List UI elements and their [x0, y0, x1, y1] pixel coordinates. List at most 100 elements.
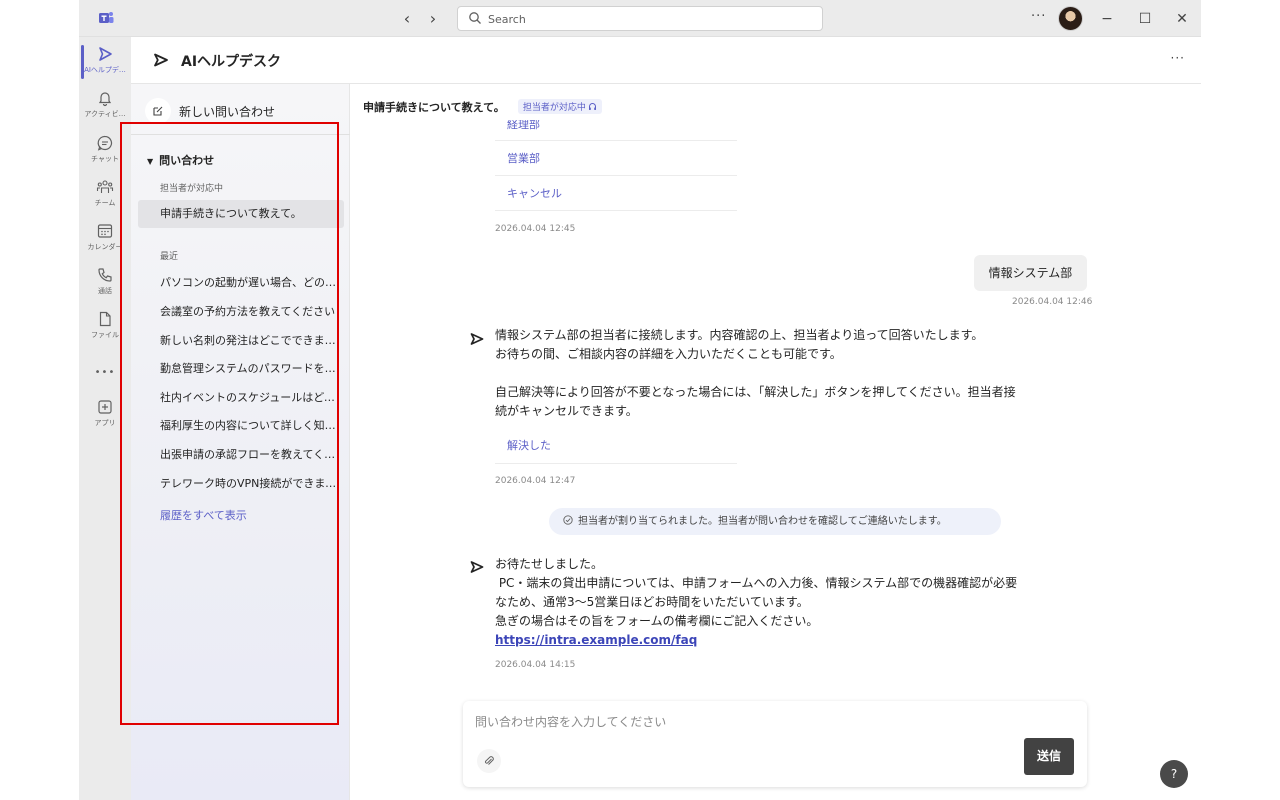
close-button[interactable]: ✕: [1172, 9, 1192, 29]
option-button-cancel[interactable]: キャンセル: [495, 176, 737, 211]
inquiry-section-toggle[interactable]: ▼ 問い合わせ: [147, 152, 214, 168]
bell-icon: [98, 92, 112, 107]
rail-item-calendar[interactable]: カレンダー: [79, 222, 131, 266]
search-icon: [469, 12, 481, 24]
rail-label: AIヘルプデ…: [84, 66, 126, 74]
timestamp: 2026.04.04 14:15: [495, 660, 576, 670]
thread-item[interactable]: 勤怠管理システムのパスワードを忘れました: [138, 355, 344, 383]
divider: [131, 134, 350, 135]
rail-label: チャット: [91, 155, 119, 163]
maximize-button[interactable]: ☐: [1135, 9, 1155, 29]
rail-label: 通話: [98, 287, 112, 295]
help-button[interactable]: ?: [1160, 760, 1188, 788]
bot-message: 情報システム部の担当者に接続します。内容確認の上、担当者より追って回答いたします…: [495, 326, 1065, 421]
thread-item[interactable]: パソコンの起動が遅い場合、どのように対処すればよいですか？: [138, 269, 344, 297]
thread-item-active[interactable]: 申請手続きについて教えて。: [138, 200, 344, 228]
conversation-pane: 申請手続きについて教えて。 担当者が対応中 経理部 営業部 キャンセル 2026…: [350, 84, 1201, 800]
status-badge-label: 担当者が対応中: [522, 103, 586, 113]
in-progress-subhead: 担当者が対応中: [160, 184, 224, 194]
bot-message-line: 急ぎの場合はその旨をフォームの備考欄にご記入ください。: [495, 614, 819, 628]
bot-message-line: なため、通常3〜5営業日ほどお時間をいただいています。: [495, 595, 809, 609]
back-button[interactable]: ‹: [397, 9, 417, 29]
calendar-icon: [97, 224, 113, 238]
bot-avatar-icon: [470, 561, 484, 573]
header-more-button[interactable]: ···: [1171, 51, 1185, 65]
bot-message-line: 自己解決等により回答が不要となった場合には、「解決した」ボタンを押してください。…: [495, 385, 1016, 399]
forward-button[interactable]: ›: [423, 9, 443, 29]
bot-avatar-icon: [470, 333, 484, 345]
new-inquiry-label: 新しい問い合わせ: [179, 105, 276, 119]
system-notice-text: 担当者が割り当てられました。担当者が問い合わせを確認してご連絡いたします。: [578, 516, 947, 527]
headset-icon: [588, 103, 596, 110]
app-rail: AIヘルプデ… アクティビ… チャット チーム カレンダー 通話 ファイル ••…: [79, 37, 131, 800]
bot-message-line: 情報システム部の担当者に接続します。内容確認の上、担当者より追って回答いたします…: [495, 328, 984, 342]
system-notice: 担当者が割り当てられました。担当者が問い合わせを確認してご連絡いたします。: [549, 508, 1001, 535]
phone-icon: [98, 268, 112, 282]
faq-link[interactable]: https://intra.example.com/faq: [495, 633, 697, 647]
minimize-button[interactable]: −: [1097, 9, 1117, 29]
inquiry-sidebar: 新しい問い合わせ ▼ 問い合わせ 担当者が対応中 申請手続きについて教えて。 最近…: [131, 84, 350, 800]
compose-icon: [153, 106, 163, 116]
thread-item[interactable]: 福利厚生の内容について詳しく知りたいです: [138, 412, 344, 440]
more-options-button[interactable]: ···: [1031, 9, 1046, 24]
thread-item[interactable]: 出張申請の承認フローを教えてください: [138, 441, 344, 469]
page-margin-left: [0, 0, 79, 800]
bot-message-line: お待ちの間、ご相談内容の詳細を入力いただくことも可能です。: [495, 347, 842, 361]
rail-item-files[interactable]: ファイル: [79, 310, 131, 354]
bot-message-line: PC・端末の貸出申請については、申請フォームへの入力後、情報システム部での機器確…: [495, 576, 1018, 590]
timestamp: 2026.04.04 12:45: [495, 224, 576, 234]
teams-logo-icon: [99, 12, 114, 23]
rail-item-chat[interactable]: チャット: [79, 134, 131, 178]
resolved-button[interactable]: 解決した: [495, 428, 737, 464]
thread-item[interactable]: 新しい名刺の発注はどこでできますか？: [138, 327, 344, 355]
paperclip-icon: [484, 756, 494, 765]
rail-active-indicator: [81, 45, 84, 79]
page-margin-right: [1201, 0, 1280, 800]
option-button-sales[interactable]: 営業部: [495, 141, 737, 176]
recent-subhead: 最近: [160, 252, 179, 262]
thread-item[interactable]: 社内イベントのスケジュールはどこで確認できますか？: [138, 384, 344, 412]
thread-item[interactable]: 会議室の予約方法を教えてください: [138, 298, 344, 326]
rail-item-teams[interactable]: チーム: [79, 178, 131, 222]
teams-window: ‹ › ··· − ☐ ✕ AIヘルプデ… アクティビ… チャット: [79, 0, 1201, 800]
thread-item[interactable]: テレワーク時のVPN接続ができません: [138, 470, 344, 498]
status-badge: 担当者が対応中: [517, 99, 602, 114]
attach-button[interactable]: [477, 749, 501, 773]
new-inquiry-icon-wrap: [145, 98, 171, 124]
send-icon: [99, 47, 112, 61]
file-icon: [99, 311, 111, 327]
search-box[interactable]: [457, 6, 823, 31]
rail-item-activity[interactable]: アクティビ…: [79, 89, 131, 133]
rail-item-ai-helpdesk[interactable]: AIヘルプデ…: [79, 45, 131, 89]
rail-label: ファイル: [91, 331, 119, 339]
send-button[interactable]: 送信: [1024, 738, 1074, 775]
section-title: 問い合わせ: [159, 154, 215, 167]
avatar[interactable]: [1058, 6, 1083, 31]
user-message: 情報システム部: [974, 255, 1087, 291]
timestamp: 2026.04.04 12:47: [495, 476, 576, 486]
conversation-header: 申請手続きについて教えて。 担当者が対応中: [363, 96, 602, 114]
rail-label: アプリ: [94, 419, 116, 427]
page-title: AIヘルプデスク: [181, 54, 282, 70]
search-input[interactable]: [488, 10, 808, 28]
timestamp: 2026.04.04 12:46: [1012, 297, 1093, 307]
title-bar: ‹ › ··· − ☐ ✕: [79, 0, 1201, 37]
rail-label: チーム: [94, 199, 116, 207]
check-circle-icon: [563, 515, 573, 525]
apps-icon: [98, 400, 112, 414]
chat-icon: [97, 135, 113, 151]
rail-label: カレンダー: [87, 243, 123, 251]
bot-message-line: 続がキャンセルできます。: [495, 404, 638, 418]
rail-item-calls[interactable]: 通話: [79, 266, 131, 310]
helpdesk-logo-icon: [154, 53, 168, 67]
rail-item-apps[interactable]: アプリ: [79, 398, 131, 442]
message-input[interactable]: [475, 713, 1035, 735]
rail-label: アクティビ…: [84, 110, 126, 118]
app-header: AIヘルプデスク ···: [131, 37, 1201, 84]
teams-icon: [96, 180, 114, 193]
message-composer: 送信: [463, 701, 1087, 787]
show-all-history-link[interactable]: 履歴をすべて表示: [160, 507, 247, 523]
conversation-title: 申請手続きについて教えて。: [363, 101, 505, 114]
bot-message: お待たせしました。 PC・端末の貸出申請については、申請フォームへの入力後、情報…: [495, 555, 1065, 650]
